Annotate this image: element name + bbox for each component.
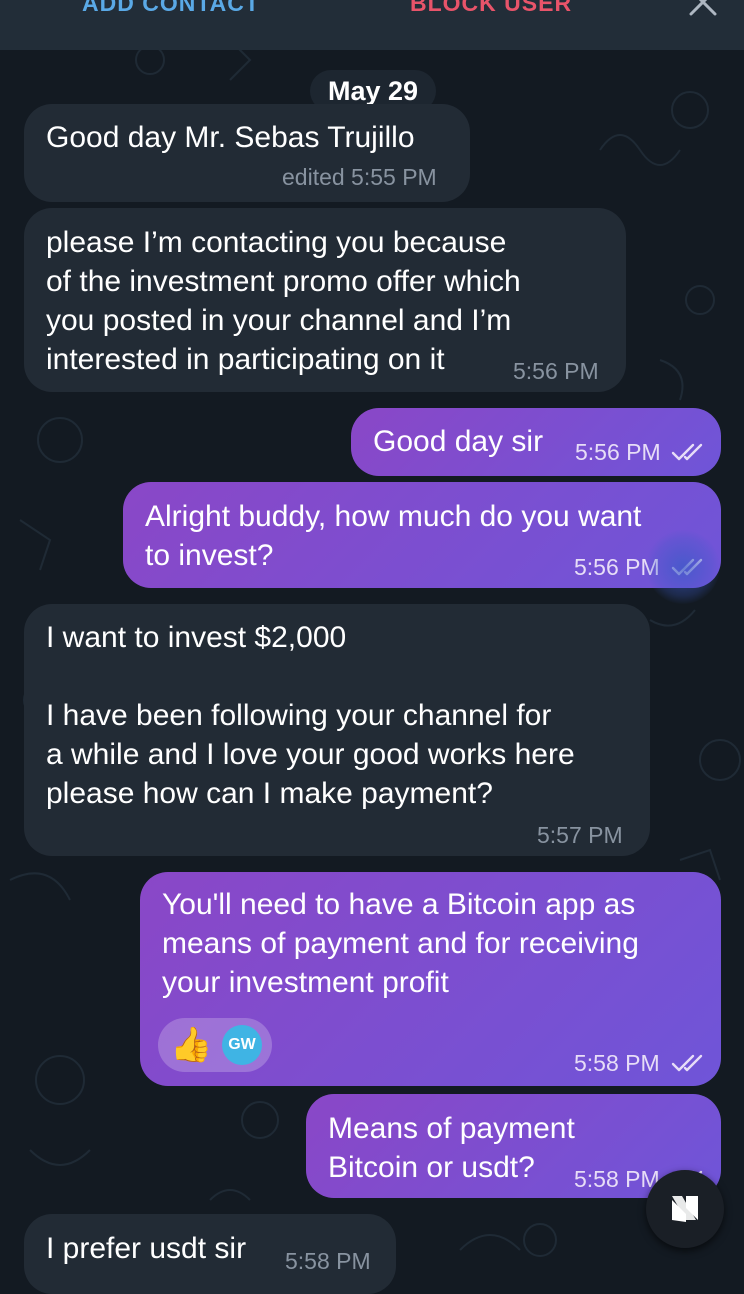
thumbs-up-icon: 👍 [170,1026,213,1064]
message-bubble-incoming[interactable]: I want to invest $2,000 I have been foll… [24,604,650,856]
double-check-icon [671,1054,703,1072]
message-time: edited 5:55 PM [282,164,437,190]
floating-app-button[interactable] [646,1170,724,1248]
message-text: Good day Mr. Sebas Trujillo [46,121,415,154]
close-icon[interactable] [686,0,720,18]
message-text: your investment profit [162,966,449,999]
block-user-button[interactable]: BLOCK USER [410,0,572,17]
message-bubble-outgoing[interactable]: Alright buddy, how much do you want to i… [123,482,721,588]
avatar: GW [222,1025,262,1065]
message-text: Means of payment [328,1112,575,1145]
message-bubble-incoming[interactable]: please I’m contacting you because of the… [24,208,626,392]
message-text: you posted in your channel and I’m [46,304,512,337]
message-bubble-outgoing[interactable]: Good day sir 5:56 PM [351,408,721,476]
touch-highlight [646,530,720,604]
message-text: please how can I make payment? [46,777,493,810]
message-bubble-outgoing[interactable]: You'll need to have a Bitcoin app as mea… [140,872,721,1086]
message-text: I prefer usdt sir [46,1232,247,1265]
add-contact-button[interactable]: ADD CONTACT [82,0,260,17]
message-text: Alright buddy, how much do you want [145,500,642,533]
message-bubble-incoming[interactable]: I prefer usdt sir 5:58 PM [24,1214,396,1294]
message-text: please I’m contacting you because [46,226,507,259]
app-logo-icon [672,1196,698,1222]
message-time: 5:56 PM [513,358,599,384]
message-text: You'll need to have a Bitcoin app as [162,888,636,921]
message-time: 5:56 PM [575,439,661,465]
message-text: of the investment promo offer which [46,265,521,298]
double-check-icon [671,443,703,461]
message-text: I have been following your channel for [46,699,552,732]
message-time: 5:57 PM [537,822,623,848]
message-time: 5:58 PM [285,1248,371,1274]
message-text: to invest? [145,539,274,572]
message-text: a while and I love your good works here [46,738,575,771]
message-text: means of payment and for receiving [162,927,639,960]
reaction-chip[interactable]: 👍 GW [158,1018,272,1072]
message-text: interested in participating on it [46,343,445,376]
message-text: I want to invest $2,000 [46,621,347,654]
message-time: 5:58 PM [574,1050,660,1076]
message-bubble-incoming[interactable]: Good day Mr. Sebas Trujillo edited 5:55 … [24,104,470,202]
message-text: Good day sir [373,425,544,458]
message-text: Bitcoin or usdt? [328,1151,535,1184]
top-action-bar: ADD CONTACT BLOCK USER [0,0,744,50]
